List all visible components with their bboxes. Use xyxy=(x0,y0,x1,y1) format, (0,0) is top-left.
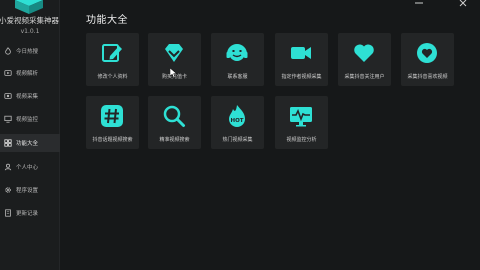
headset-icon xyxy=(225,41,249,65)
video-parse-icon xyxy=(4,69,12,77)
sidebar-item-hot-search[interactable]: 今日热搜 xyxy=(0,42,60,60)
sidebar-item-all-features[interactable]: 功能大全 xyxy=(0,134,60,152)
user-icon xyxy=(4,163,12,171)
card-video-monitor-analysis[interactable]: 视频监控分析 xyxy=(275,96,328,149)
sidebar-item-label: 程序设置 xyxy=(16,188,39,194)
card-label: 采集抖音关注用户 xyxy=(344,74,385,80)
sidebar-item-update-log[interactable]: 更新记录 xyxy=(0,204,60,222)
magnifier-icon xyxy=(162,104,186,128)
sidebar-item-personal-center[interactable]: 个人中心 xyxy=(0,158,60,176)
mouse-cursor-icon xyxy=(170,68,178,78)
sidebar-item-label: 更新记录 xyxy=(16,211,39,217)
sidebar-item-label: 视频采集 xyxy=(16,94,39,100)
diamond-icon xyxy=(162,41,186,65)
card-label: 视频监控分析 xyxy=(286,137,317,143)
sidebar: 小爱视频采集神器 v1.0.1 今日热搜 视频解析 视频采集 视频监控 功能大全… xyxy=(0,0,60,270)
sidebar-item-label: 视频监控 xyxy=(16,117,39,123)
hot-badge: HOT xyxy=(230,118,243,124)
card-douyin-topic-search[interactable]: 抖音话题视频搜索 xyxy=(86,96,139,149)
sidebar-item-video-collect[interactable]: 视频采集 xyxy=(0,87,60,105)
card-collect-douyin-following[interactable]: 采集抖音关注用户 xyxy=(338,33,391,86)
sidebar-item-video-monitor[interactable]: 视频监控 xyxy=(0,110,60,128)
sidebar-item-video-parse[interactable]: 视频解析 xyxy=(0,64,60,82)
card-hot-video-collect[interactable]: HOT 热门视频采集 xyxy=(211,96,264,149)
card-label: 修改个人资料 xyxy=(97,74,128,80)
sidebar-item-label: 今日热搜 xyxy=(16,49,39,55)
card-buy-recharge-card[interactable]: 购买充值卡 xyxy=(148,33,201,86)
edit-icon xyxy=(100,41,124,65)
hashtag-icon xyxy=(100,104,124,128)
card-edit-profile[interactable]: 修改个人资料 xyxy=(86,33,139,86)
card-author-video-collect[interactable]: 指定作者视频采集 xyxy=(275,33,328,86)
analytics-monitor-icon xyxy=(289,104,313,128)
heart-circle-icon xyxy=(415,41,439,65)
close-icon[interactable] xyxy=(458,0,468,8)
app-logo-icon xyxy=(15,0,43,14)
card-precise-video-search[interactable]: 精准视频搜索 xyxy=(148,96,201,149)
app-version: v1.0.1 xyxy=(20,28,40,35)
sidebar-item-label: 个人中心 xyxy=(16,165,39,171)
document-icon xyxy=(4,209,12,217)
sidebar-item-label: 视频解析 xyxy=(16,71,39,77)
flame-icon xyxy=(4,47,12,55)
card-label: 热门视频采集 xyxy=(222,137,253,143)
heart-icon xyxy=(352,41,376,65)
page-title: 功能大全 xyxy=(86,15,128,26)
sidebar-item-label: 功能大全 xyxy=(16,141,39,147)
card-contact-support[interactable]: 联系客服 xyxy=(211,33,264,86)
minimize-icon[interactable] xyxy=(414,0,424,6)
card-label: 采集抖音喜欢视频 xyxy=(407,74,448,80)
card-label: 联系客服 xyxy=(227,74,248,80)
card-label: 指定作者视频采集 xyxy=(281,74,322,80)
video-camera-icon xyxy=(289,41,313,65)
card-collect-douyin-liked[interactable]: 采集抖音喜欢视频 xyxy=(401,33,454,86)
app-title: 小爱视频采集神器 xyxy=(0,16,59,25)
sidebar-item-settings[interactable]: 程序设置 xyxy=(0,181,60,199)
video-collect-icon xyxy=(4,92,12,100)
card-label: 抖音话题视频搜索 xyxy=(92,137,133,143)
grid-icon xyxy=(4,139,12,147)
gear-icon xyxy=(4,186,12,194)
card-label: 精准视频搜索 xyxy=(159,137,190,143)
monitor-icon xyxy=(4,115,12,123)
hot-flame-icon: HOT xyxy=(225,104,249,128)
